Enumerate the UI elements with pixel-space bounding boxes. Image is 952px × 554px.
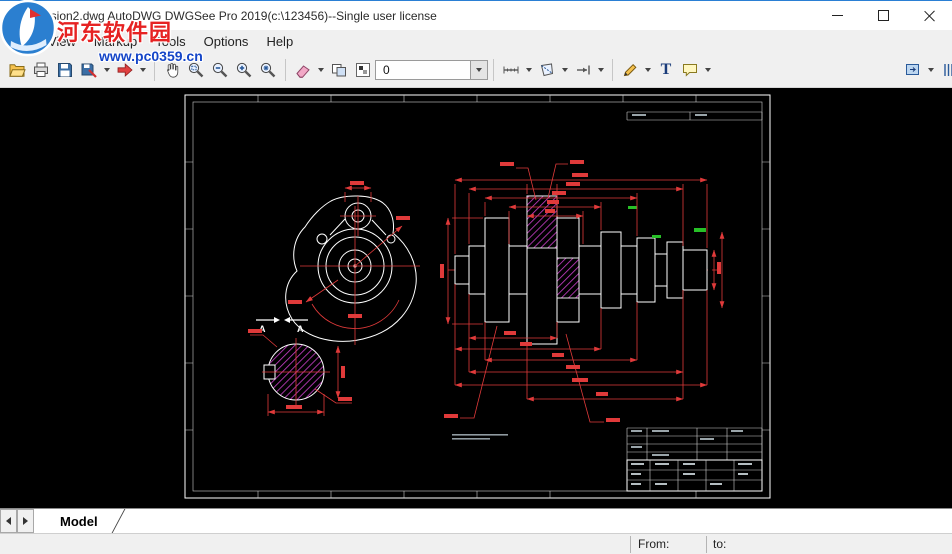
tab-next-button[interactable] [17,509,34,533]
toolbar: 0 T [0,52,952,88]
minimize-button[interactable] [814,1,860,30]
cad-drawing: A A [184,94,771,499]
menu-markup[interactable]: Markup [85,32,146,51]
measure-area-caret[interactable] [562,67,568,72]
pen-icon[interactable] [618,58,642,82]
zoom-in-icon[interactable] [232,58,256,82]
drawing-canvas[interactable]: A A [0,88,952,508]
section-label-a2: A [297,324,304,334]
open-folder-icon[interactable] [5,58,29,82]
hatch-lines-icon[interactable] [937,58,952,82]
maximize-icon [877,10,889,21]
toolbar-separator [612,58,613,81]
pen-dropdown-caret[interactable] [645,67,651,72]
eraser-icon[interactable] [291,58,315,82]
forward-dropdown-caret[interactable] [140,67,146,72]
maximize-button[interactable] [860,1,906,30]
tab-model[interactable]: Model [34,509,104,533]
save-icon[interactable] [53,58,77,82]
comment-dropdown-caret[interactable] [705,67,711,72]
menu-help[interactable]: Help [257,32,302,51]
statusbar-divider [630,536,631,553]
close-icon [924,10,935,21]
layout-tabbar: Model [0,508,952,533]
text-tool-label: T [660,60,672,78]
measure-leader-icon[interactable] [571,58,595,82]
save-dropdown-caret[interactable] [104,67,110,72]
minimize-icon [831,15,843,16]
toolbar-separator [154,58,155,81]
print-icon[interactable] [29,58,53,82]
window-title: version2.dwg AutoDWG DWGSee Pro 2019(c:\… [34,8,437,23]
comment-icon[interactable] [678,58,702,82]
app-icon [9,7,27,25]
menu-tools[interactable]: Tools [146,32,194,51]
menu-file[interactable]: File [0,32,39,51]
prev-arrow-icon [6,517,11,525]
statusbar-divider [706,536,707,553]
window-view-icon[interactable] [901,58,925,82]
statusbar: From: to: [0,533,952,554]
color-combobox-caret[interactable] [471,59,488,80]
color-combobox[interactable]: 0 [375,59,471,80]
toolbar-separator [493,58,494,81]
zoom-window-icon[interactable] [184,58,208,82]
menu-options[interactable]: Options [195,32,258,51]
eraser-dropdown-caret[interactable] [318,67,324,72]
status-to-label: to: [713,537,727,551]
next-arrow-icon [23,517,28,525]
save-markup-icon[interactable] [77,58,101,82]
window-view-caret[interactable] [928,67,934,72]
color-swatch[interactable] [351,58,375,82]
measure-length-caret[interactable] [526,67,532,72]
measure-area-icon[interactable] [535,58,559,82]
titlebar: version2.dwg AutoDWG DWGSee Pro 2019(c:\… [0,0,952,30]
text-tool-icon[interactable]: T [654,58,678,82]
menubar: File View Markup Tools Options Help [0,30,952,52]
tab-prev-button[interactable] [0,509,17,533]
zoom-extents-icon[interactable] [256,58,280,82]
menu-view[interactable]: View [39,32,85,51]
zoom-out-icon[interactable] [208,58,232,82]
caret-icon [476,67,482,72]
measure-length-icon[interactable] [499,58,523,82]
pan-hand-icon[interactable] [160,58,184,82]
forward-arrow-icon[interactable] [113,58,137,82]
close-button[interactable] [906,1,952,30]
compare-icon[interactable] [327,58,351,82]
toolbar-separator [285,58,286,81]
status-from-label: From: [638,537,670,551]
measure-leader-caret[interactable] [598,67,604,72]
